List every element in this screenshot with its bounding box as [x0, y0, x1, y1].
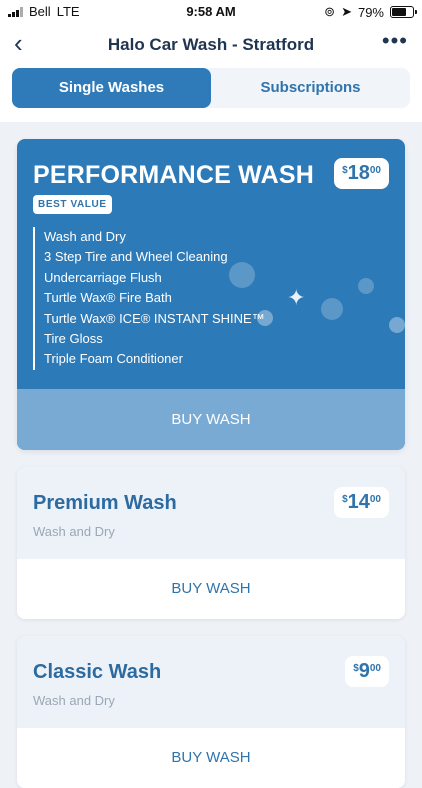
status-bar: Bell LTE 9:58 AM ⊚ ➤ 79% — [0, 0, 422, 24]
price-dollars: 18 — [347, 162, 370, 184]
classic-wash-title: Classic Wash — [33, 661, 162, 683]
premium-wash-description: Wash and Dry — [33, 524, 115, 539]
performance-wash-title: PERFORMANCE WASH — [33, 161, 314, 189]
price-dollars: 9 — [358, 660, 370, 682]
feature-item: 3 Step Tire and Wheel Cleaning — [44, 249, 228, 265]
premium-wash-title: Premium Wash — [33, 492, 177, 514]
segmented-control: Single Washes Subscriptions — [12, 68, 410, 108]
premium-wash-card: Premium Wash $ 14 00 Wash and Dry BUY WA… — [17, 467, 405, 619]
best-value-badge: BEST VALUE — [33, 195, 112, 214]
feature-item: Triple Foam Conditioner — [44, 351, 183, 367]
nav-bar: ‹ Halo Car Wash - Stratford ••• — [0, 24, 422, 64]
more-button[interactable]: ••• — [382, 30, 408, 52]
more-horizontal-icon: ••• — [381, 28, 408, 53]
feature-item: Turtle Wax® Fire Bath — [44, 290, 172, 306]
location-icon: ➤ — [341, 4, 352, 19]
performance-wash-price: $ 18 00 — [334, 158, 389, 189]
battery-percent: 79% — [357, 4, 384, 20]
price-cents: 00 — [369, 494, 381, 505]
bubble-decoration — [229, 262, 255, 288]
premium-wash-price: $ 14 00 — [334, 487, 389, 518]
feature-item: Turtle Wax® ICE® INSTANT SHINE™ — [44, 310, 265, 326]
tab-subscriptions[interactable]: Subscriptions — [211, 68, 410, 108]
bubble-decoration — [257, 310, 273, 326]
tab-single-washes[interactable]: Single Washes — [12, 68, 211, 108]
feature-item: Wash and Dry — [44, 229, 126, 244]
battery-fill — [392, 8, 407, 16]
bubble-decoration — [389, 317, 405, 333]
classic-wash-card: Classic Wash $ 9 00 Wash and Dry BUY WAS… — [17, 636, 405, 788]
status-right: ⊚ ➤ 79% — [324, 4, 417, 20]
sparkle-icon: ✦ — [287, 285, 306, 310]
rotation-lock-icon: ⊚ — [324, 4, 336, 19]
classic-wash-price: $ 9 00 — [345, 656, 389, 687]
bubble-decoration — [358, 278, 374, 294]
price-cents: 00 — [369, 663, 381, 674]
page-title: Halo Car Wash - Stratford — [107, 35, 315, 54]
tabs-container: Single Washes Subscriptions — [0, 64, 422, 122]
buy-performance-wash-button[interactable]: BUY WASH — [17, 389, 405, 450]
performance-wash-card: PERFORMANCE WASH $ 18 00 BEST VALUE Wash… — [17, 139, 405, 450]
bubble-decoration — [321, 298, 343, 320]
battery-icon — [390, 6, 417, 18]
buy-classic-wash-button[interactable]: BUY WASH — [17, 728, 405, 788]
feature-list: Wash and Dry 3 Step Tire and Wheel Clean… — [33, 227, 265, 370]
classic-wash-description: Wash and Dry — [33, 693, 115, 708]
buy-premium-wash-button[interactable]: BUY WASH — [17, 559, 405, 619]
price-dollars: 14 — [347, 491, 370, 513]
feature-item: Tire Gloss — [44, 330, 103, 346]
price-cents: 00 — [369, 165, 381, 176]
